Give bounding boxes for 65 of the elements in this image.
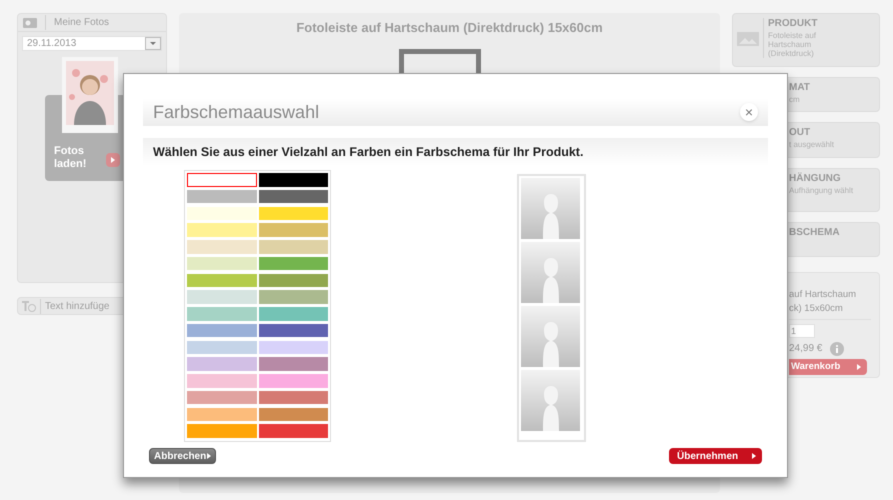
apply-button[interactable]: Übernehmen — [669, 448, 762, 464]
color-swatch[interactable] — [258, 340, 328, 354]
close-button[interactable]: × — [740, 103, 758, 121]
color-swatch[interactable] — [187, 240, 256, 254]
color-swatch[interactable] — [187, 190, 256, 204]
dropdown-button[interactable] — [145, 37, 161, 50]
quantity-field[interactable]: 1 — [789, 324, 815, 338]
color-swatch[interactable] — [187, 374, 256, 388]
step-title: OUT — [789, 127, 812, 139]
step-title: BSCHEMA — [789, 227, 841, 239]
product-title: Fotoleiste auf Hartschaum (Direktdruck) 15x60cm — [296, 19, 603, 37]
cart-button[interactable]: Warenkorb — [789, 359, 867, 375]
arrow-button[interactable] — [106, 153, 120, 167]
camera-icon — [23, 18, 37, 28]
color-swatch[interactable] — [187, 274, 256, 287]
color-swatch[interactable] — [258, 256, 328, 270]
color-swatch[interactable] — [187, 340, 256, 354]
cart-product: auf Hartschaum — [789, 288, 858, 302]
color-swatch[interactable] — [187, 173, 256, 186]
photo-placeholder — [521, 242, 580, 303]
photo-placeholder — [521, 178, 580, 239]
play-icon — [752, 453, 756, 459]
info-icon[interactable] — [830, 342, 844, 356]
cancel-button[interactable]: Abbrechen — [149, 448, 216, 464]
color-swatch[interactable] — [258, 408, 328, 421]
color-swatch[interactable] — [187, 424, 256, 438]
instruction-text: Wählen Sie aus einer Vielzahl an Farben ein Farbschema für Ihr Produkt. — [153, 144, 584, 161]
color-swatch[interactable] — [258, 324, 328, 338]
play-icon — [207, 453, 212, 459]
photo-placeholder — [521, 306, 580, 367]
date-dropdown[interactable]: 29.11.2013 — [22, 36, 162, 51]
play-icon — [111, 157, 115, 163]
color-swatch[interactable] — [187, 223, 256, 237]
color-swatch[interactable] — [258, 307, 328, 320]
color-swatch[interactable] — [187, 256, 256, 270]
color-swatch[interactable] — [258, 290, 328, 304]
color-swatch[interactable] — [187, 390, 256, 404]
color-swatch[interactable] — [187, 307, 256, 320]
color-swatch[interactable] — [258, 274, 328, 287]
cart-product: ck) 15x60cm — [789, 302, 844, 316]
color-swatch[interactable] — [258, 424, 328, 438]
caret-icon — [150, 42, 156, 45]
color-swatch[interactable] — [258, 390, 328, 404]
dialog-title: Farbschemaauswahl — [153, 100, 320, 124]
color-swatch[interactable] — [258, 173, 328, 186]
color-swatch[interactable] — [258, 190, 328, 204]
panel-title: Meine Fotos — [45, 15, 110, 30]
price: 24,99 € — [789, 342, 822, 356]
color-swatch[interactable] — [258, 223, 328, 237]
color-swatch[interactable] — [187, 290, 256, 304]
play-icon — [857, 364, 861, 370]
color-swatch[interactable] — [187, 357, 256, 371]
step-title: MAT — [789, 82, 811, 94]
color-swatch[interactable] — [187, 324, 256, 338]
photo-placeholder — [521, 370, 580, 431]
upload-label: Fotos laden! — [54, 145, 88, 171]
color-swatch[interactable] — [258, 206, 328, 220]
step-title: PRODUKT — [768, 18, 818, 30]
color-swatch[interactable] — [258, 240, 328, 254]
text-add-icon — [22, 300, 36, 312]
color-swatch[interactable] — [187, 206, 256, 220]
color-swatch[interactable] — [258, 374, 328, 388]
color-swatch[interactable] — [187, 408, 256, 421]
step-title: HÄNGUNG — [789, 173, 842, 185]
color-swatch[interactable] — [258, 357, 328, 371]
